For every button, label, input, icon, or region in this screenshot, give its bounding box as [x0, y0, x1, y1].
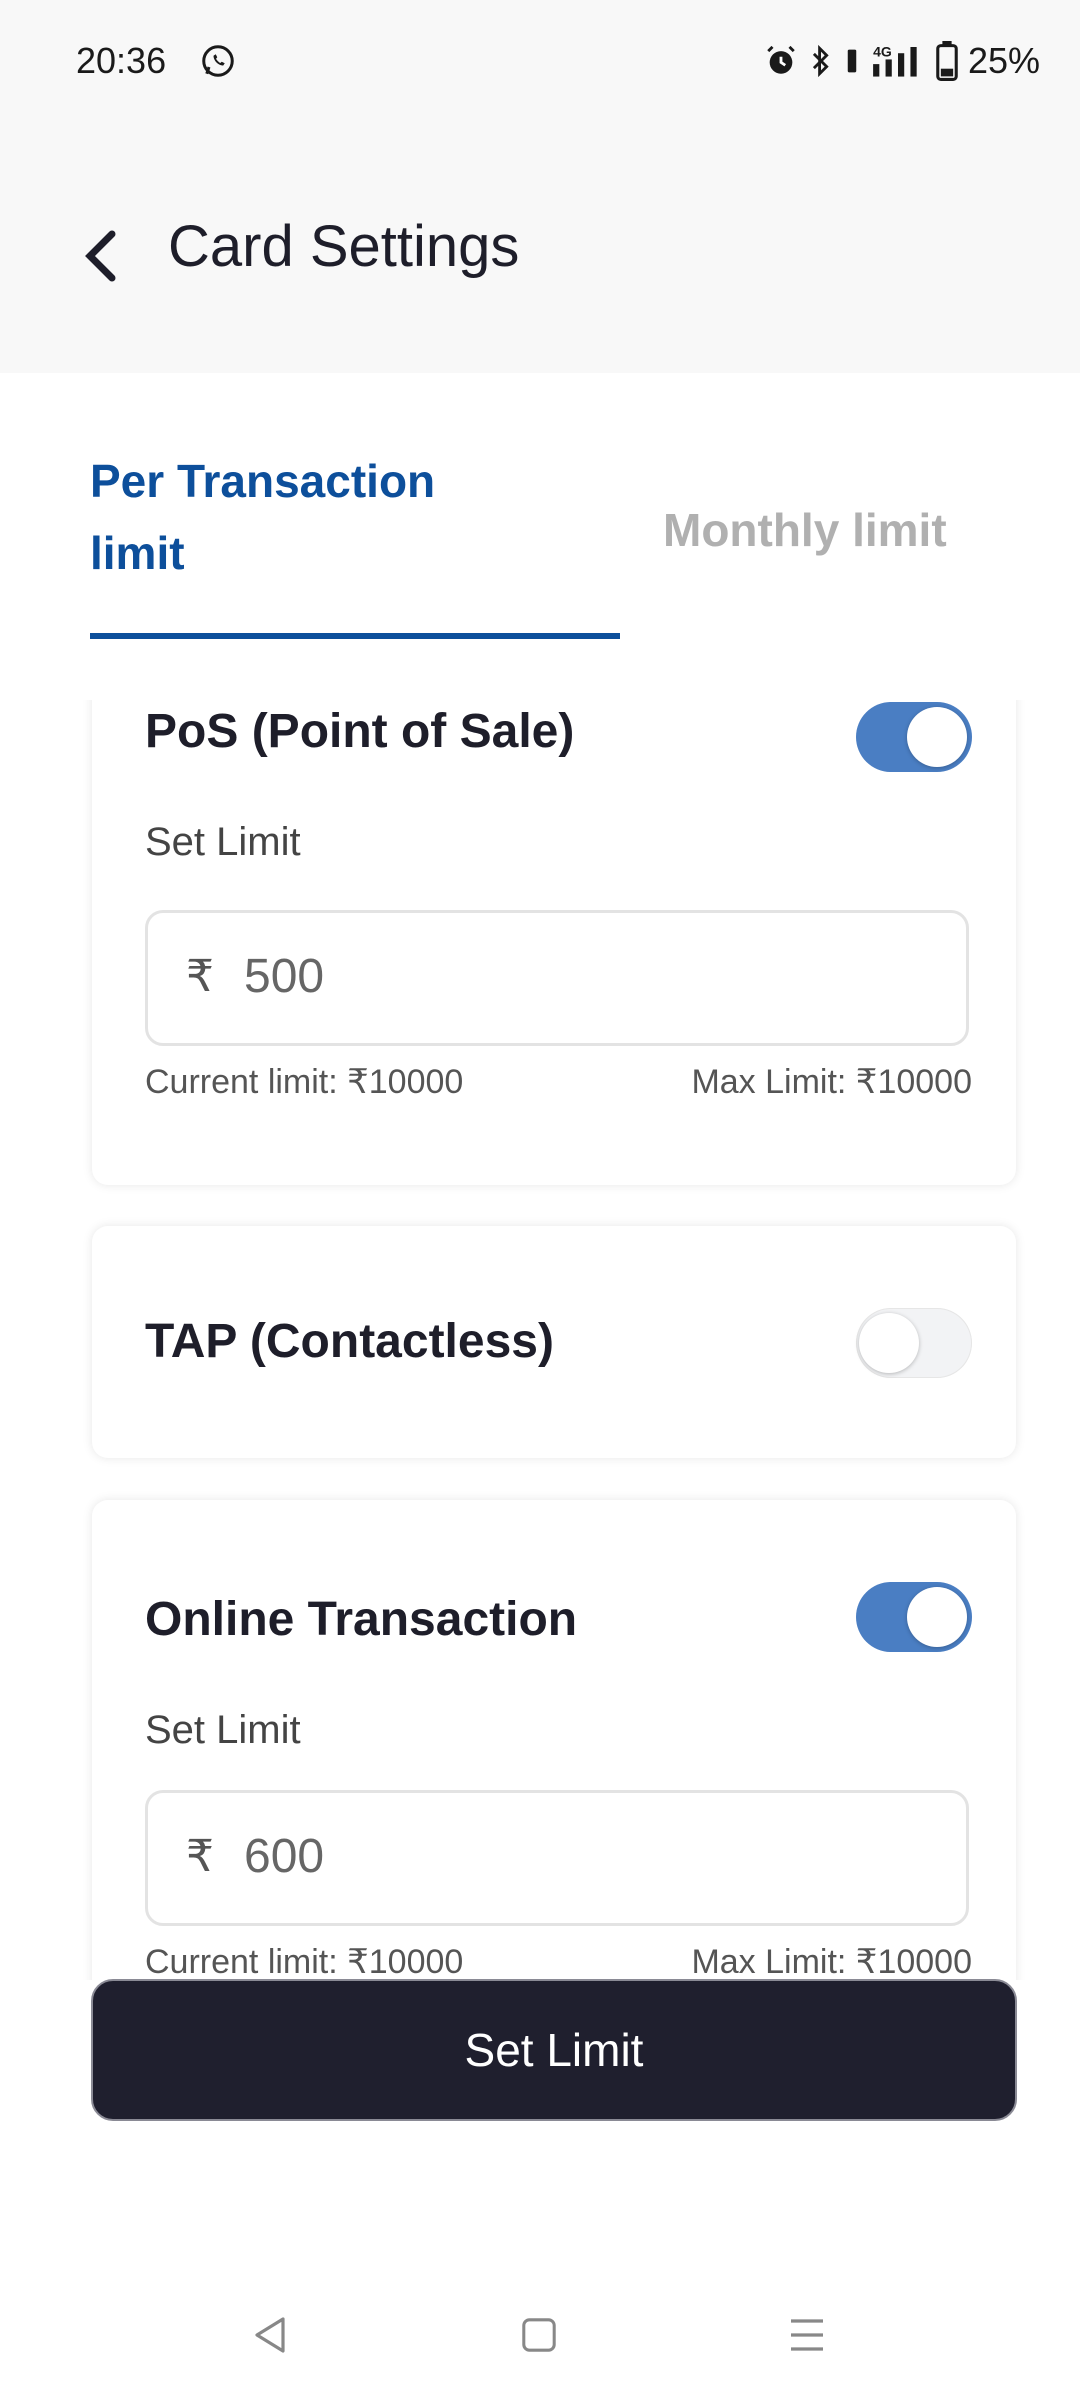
chevron-left-icon — [85, 230, 116, 282]
limits-scroll-area[interactable]: PoS (Point of Sale) Set Limit ₹ Current … — [0, 700, 1080, 1980]
tab-per-transaction-limit[interactable]: Per Transaction limit — [90, 445, 530, 589]
online-toggle[interactable] — [856, 1582, 972, 1652]
tab-bar: Per Transaction limit Monthly limit — [0, 373, 1080, 641]
pos-card: PoS (Point of Sale) Set Limit ₹ Current … — [92, 700, 1016, 1185]
battery-percent: 25% — [967, 40, 1040, 81]
pos-max-limit: Max Limit: ₹10000 — [691, 1063, 972, 1101]
page-title: Card Settings — [168, 214, 520, 279]
pos-current-limit: Current limit: ₹10000 — [145, 1063, 464, 1101]
vibrate-icon — [847, 49, 857, 73]
battery-icon — [936, 41, 958, 81]
svg-text:4G: 4G — [873, 43, 892, 59]
triangle-back-icon — [255, 2317, 285, 2353]
online-card: Online Transaction Set Limit ₹ Current l… — [92, 1500, 1016, 1980]
online-amount-input[interactable] — [244, 1829, 844, 1884]
set-limit-button[interactable]: Set Limit — [91, 1979, 1017, 2121]
pos-amount-field[interactable]: ₹ — [145, 910, 969, 1046]
rupee-icon: ₹ — [186, 952, 214, 1001]
whatsapp-icon — [202, 45, 234, 77]
toggle-knob — [859, 1313, 919, 1373]
online-title: Online Transaction — [145, 1593, 578, 1646]
toggle-knob — [907, 1587, 967, 1647]
online-set-limit-label: Set Limit — [145, 1708, 301, 1752]
tap-card: TAP (Contactless) — [92, 1226, 1016, 1458]
square-home-icon — [522, 2318, 556, 2352]
tap-title: TAP (Contactless) — [145, 1315, 554, 1368]
alarm-icon — [767, 45, 795, 74]
menu-lines-icon — [791, 2319, 823, 2351]
signal-4g-icon: 4G — [873, 43, 917, 77]
status-bar: 20:36 4G 25% — [0, 0, 1080, 125]
nav-home-button[interactable] — [514, 2310, 564, 2360]
nav-back-button[interactable] — [246, 2310, 296, 2360]
pos-amount-input[interactable] — [244, 949, 844, 1004]
pos-set-limit-label: Set Limit — [145, 820, 301, 864]
status-time: 20:36 — [76, 40, 167, 81]
back-button[interactable] — [70, 221, 130, 291]
nav-recents-button[interactable] — [782, 2310, 832, 2360]
tap-toggle[interactable] — [856, 1308, 972, 1378]
status-icons: 4G 25% — [764, 40, 1040, 82]
rupee-icon: ₹ — [186, 1832, 214, 1881]
bluetooth-icon — [812, 44, 829, 78]
pos-toggle[interactable] — [856, 702, 972, 772]
active-tab-indicator — [90, 633, 620, 639]
online-current-limit: Current limit: ₹10000 — [145, 1943, 464, 1980]
pos-title: PoS (Point of Sale) — [145, 705, 575, 758]
tab-monthly-limit[interactable]: Monthly limit — [663, 503, 947, 557]
online-max-limit: Max Limit: ₹10000 — [691, 1943, 972, 1980]
toggle-knob — [907, 707, 967, 767]
online-amount-field[interactable]: ₹ — [145, 1790, 969, 1926]
system-nav-bar — [0, 2260, 1080, 2400]
app-bar: Card Settings — [0, 125, 1080, 373]
